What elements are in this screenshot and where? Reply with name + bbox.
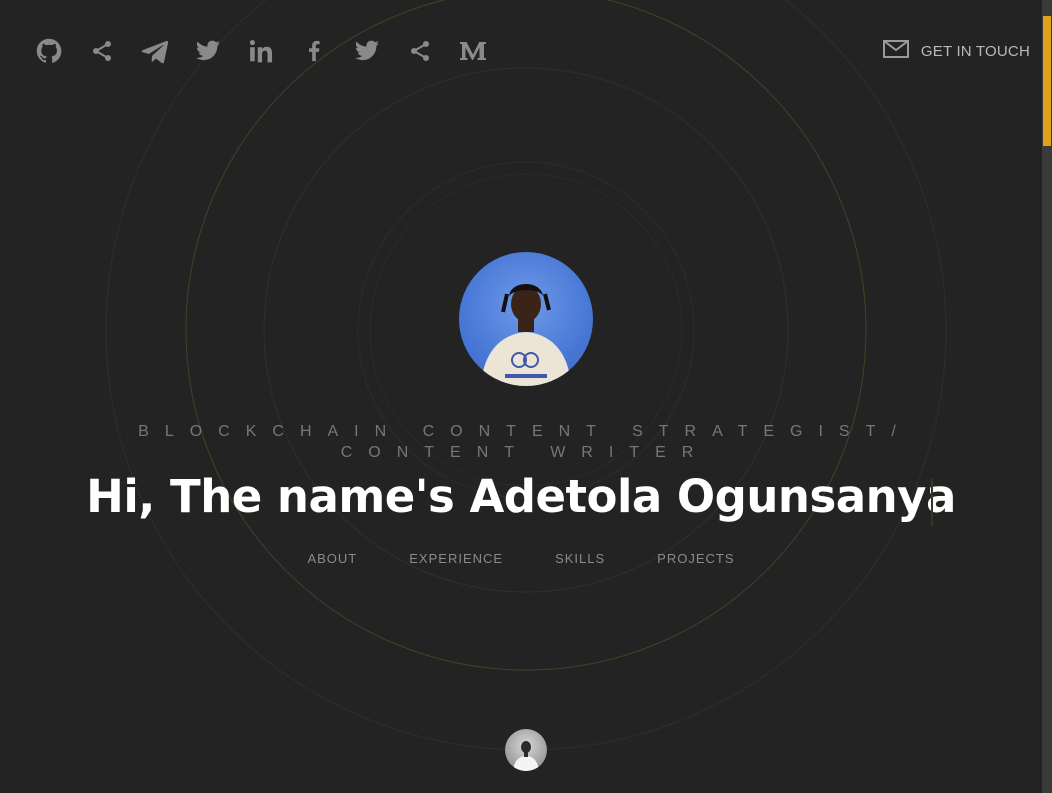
github-icon[interactable]: [34, 36, 64, 66]
background-rings: [105, 0, 947, 751]
mail-icon: [882, 40, 909, 62]
hero-headline: Hi, The name's Adetola Ogunsanya: [86, 470, 956, 523]
profile-avatar: [459, 252, 593, 386]
typing-cursor: [931, 478, 933, 526]
nav-projects[interactable]: PROJECTS: [657, 551, 734, 566]
scrollbar-thumb[interactable]: [1043, 16, 1051, 146]
share-icon-2[interactable]: [405, 36, 435, 66]
linkedin-icon[interactable]: [246, 36, 276, 66]
mini-avatar-photo: [513, 741, 539, 771]
get-in-touch-label: GET IN TOUCH: [920, 42, 1030, 60]
twitter-icon[interactable]: [193, 36, 223, 66]
nav-about[interactable]: ABOUT: [307, 551, 357, 566]
scrollbar[interactable]: [1042, 0, 1052, 793]
get-in-touch-button[interactable]: GET IN TOUCH: [882, 40, 1030, 62]
mini-avatar[interactable]: [505, 729, 547, 771]
telegram-icon[interactable]: [140, 36, 170, 66]
medium-icon[interactable]: [458, 36, 488, 66]
share-icon[interactable]: [87, 36, 117, 66]
profile-photo: [481, 284, 571, 386]
nav-skills[interactable]: SKILLS: [555, 551, 605, 566]
social-links: [34, 36, 511, 66]
main-nav: ABOUT EXPERIENCE SKILLS PROJECTS: [0, 551, 1042, 566]
hero-stage: GET IN TOUCH Blockchain Content Strategi…: [0, 0, 1042, 793]
hero-subtitle: Blockchain Content Strategist/ Content W…: [138, 423, 912, 461]
twitter-icon-2[interactable]: [352, 36, 382, 66]
nav-experience[interactable]: EXPERIENCE: [409, 551, 503, 566]
facebook-icon[interactable]: [299, 36, 329, 66]
